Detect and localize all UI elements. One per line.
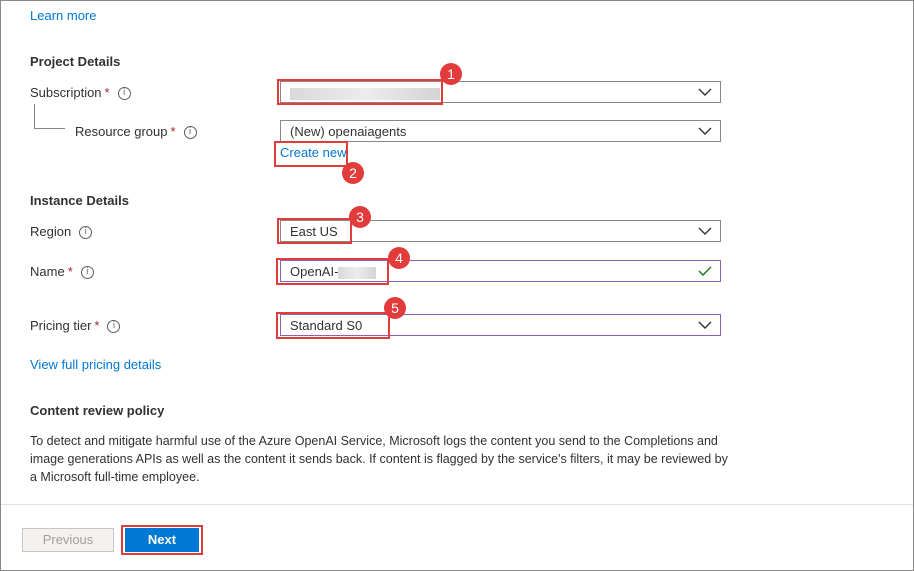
instance-details-heading: Instance Details [30, 193, 129, 208]
chevron-down-icon [698, 127, 712, 135]
info-icon[interactable]: i [80, 266, 94, 280]
step-badge-3: 3 [349, 206, 371, 228]
info-icon[interactable]: i [183, 126, 197, 140]
project-details-heading: Project Details [30, 54, 121, 69]
pricing-tier-label: Pricing tier [30, 318, 92, 333]
subscription-label: Subscription [30, 85, 102, 100]
create-openai-form: Learn more Project Details Subscription *… [0, 0, 914, 571]
highlight-box-2 [274, 141, 348, 167]
learn-more-link[interactable]: Learn more [30, 8, 96, 23]
required-marker: * [67, 264, 73, 279]
content-review-policy-heading: Content review policy [30, 403, 165, 418]
info-icon[interactable]: i [79, 226, 93, 240]
name-label: Name [30, 264, 65, 279]
required-marker: * [104, 85, 110, 100]
chevron-down-icon [698, 227, 712, 235]
subscription-label-row: Subscription * i [30, 85, 131, 101]
pricing-tier-label-row: Pricing tier * i [30, 318, 121, 334]
chevron-down-icon [698, 321, 712, 329]
region-label-row: Region i [30, 224, 93, 240]
step-badge-1: 1 [440, 63, 462, 85]
wizard-footer: Previous Next [1, 504, 913, 570]
step-badge-4: 4 [388, 247, 410, 269]
resource-group-label: Resource group [75, 124, 168, 139]
checkmark-icon [698, 266, 712, 276]
highlight-box-3 [277, 218, 352, 244]
content-review-policy-text: To detect and mitigate harmful use of th… [30, 434, 728, 484]
region-label: Region [30, 224, 72, 239]
info-icon[interactable]: i [107, 320, 121, 334]
previous-button[interactable]: Previous [22, 528, 114, 552]
view-pricing-details-link[interactable]: View full pricing details [30, 357, 161, 372]
required-marker: * [170, 124, 176, 139]
name-label-row: Name * i [30, 264, 94, 280]
resource-group-value: (New) openaiagents [290, 124, 407, 139]
step-badge-2: 2 [342, 162, 364, 184]
resource-group-select[interactable]: (New) openaiagents [280, 120, 721, 142]
chevron-down-icon [698, 88, 712, 96]
info-icon[interactable]: i [117, 87, 131, 101]
highlight-box-1 [277, 79, 443, 105]
highlight-box-5 [276, 312, 390, 339]
highlight-box-next [121, 525, 203, 555]
tree-connector [34, 104, 65, 129]
highlight-box-4 [276, 258, 389, 285]
required-marker: * [94, 318, 100, 333]
step-badge-5: 5 [384, 297, 406, 319]
resource-group-label-row: Resource group * i [75, 124, 197, 140]
